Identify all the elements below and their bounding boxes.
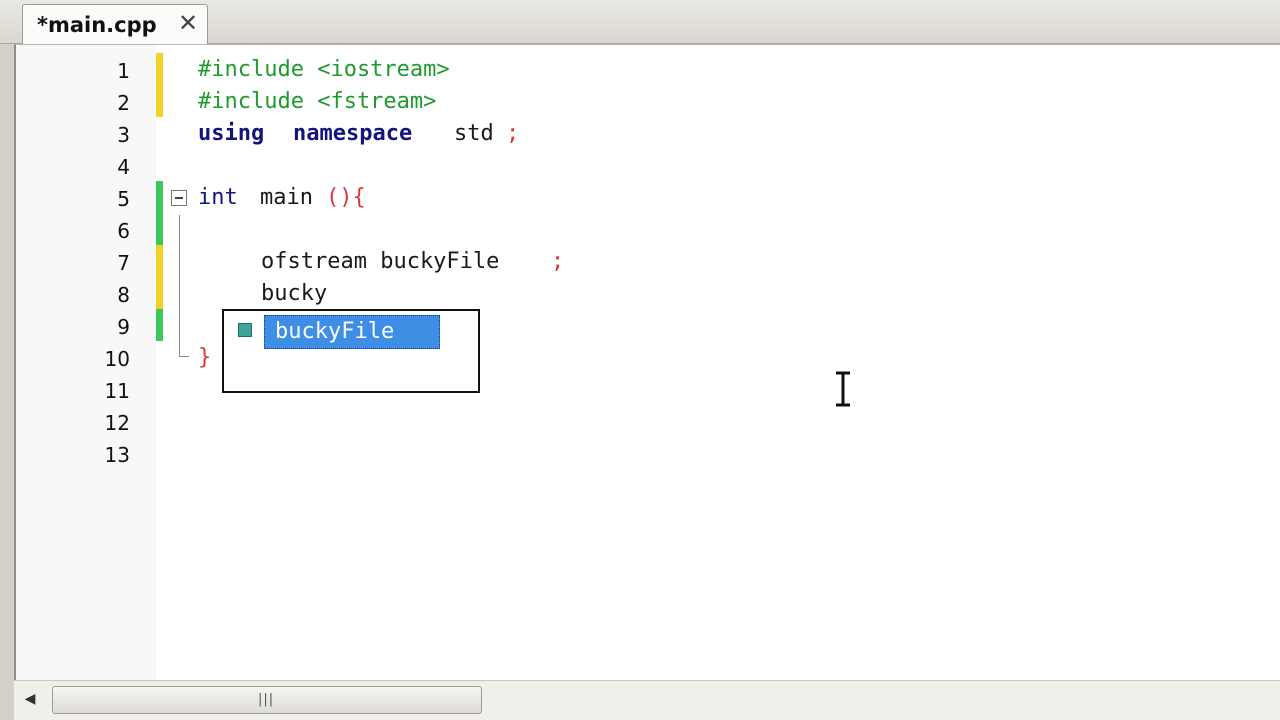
autocomplete-item[interactable]: buckyFile xyxy=(264,315,440,349)
line-number: 3 xyxy=(117,123,130,147)
code-editor[interactable]: 1 #include <iostream> 2 #include <fstrea… xyxy=(14,44,1280,681)
line-number: 8 xyxy=(117,283,130,307)
code-line: 12 xyxy=(16,405,1216,437)
line-number: 13 xyxy=(104,443,130,467)
saved-line-marker xyxy=(156,309,163,341)
line-number: 10 xyxy=(104,347,130,371)
tab-bar: *main.cpp ✕ xyxy=(0,0,1280,45)
code-line: 13 xyxy=(16,437,1216,469)
modified-line-marker xyxy=(156,85,163,117)
fold-collapse-icon[interactable] xyxy=(171,190,187,206)
close-icon[interactable]: ✕ xyxy=(174,9,202,37)
line-number: 9 xyxy=(117,315,130,339)
scroll-left-icon[interactable]: ◀ xyxy=(20,691,40,711)
code-line: 7 ofstream buckyFile ; xyxy=(16,245,1216,277)
line-number: 5 xyxy=(117,187,130,211)
code-line: 11 xyxy=(16,373,1216,405)
code-line: 1 #include <iostream> xyxy=(16,53,1216,85)
scrollbar-thumb[interactable]: ||| xyxy=(52,686,482,714)
code-line: 2 #include <fstream> xyxy=(16,85,1216,117)
function-name: main xyxy=(260,185,313,210)
code-line: 10 } xyxy=(16,341,1216,373)
modified-line-marker xyxy=(156,277,163,309)
line-number: 11 xyxy=(104,379,130,403)
modified-line-marker xyxy=(156,53,163,85)
code-line: 4 xyxy=(16,149,1216,181)
saved-line-marker xyxy=(156,181,163,213)
tab-main-cpp[interactable]: *main.cpp ✕ xyxy=(22,4,208,45)
parens-brace: (){ xyxy=(326,185,366,210)
modified-line-marker xyxy=(156,245,163,277)
preprocessor-directive: #include <iostream> xyxy=(198,57,450,82)
line-number: 6 xyxy=(117,219,130,243)
line-number: 4 xyxy=(117,155,130,179)
keyword-using: using xyxy=(198,121,265,146)
line-number: 2 xyxy=(117,91,130,115)
keyword-int: int xyxy=(198,185,238,210)
grip-icon: ||| xyxy=(258,692,275,707)
line-number: 1 xyxy=(117,59,130,83)
ofstream-declaration: ofstream buckyFile xyxy=(261,249,500,274)
typed-identifier: bucky xyxy=(261,281,328,306)
fold-guide-line xyxy=(179,215,180,343)
preprocessor-directive: #include <fstream> xyxy=(198,89,437,114)
line-number: 7 xyxy=(117,251,130,275)
autocomplete-popup[interactable]: buckyFile xyxy=(222,309,480,393)
tab-label: *main.cpp xyxy=(37,13,157,37)
code-line: 8 bucky xyxy=(16,277,1216,309)
semicolon: ; xyxy=(506,121,520,146)
fold-end-marker xyxy=(179,341,189,357)
identifier-std: std xyxy=(454,121,494,146)
closing-brace: } xyxy=(198,345,212,370)
semicolon: ; xyxy=(551,249,565,274)
code-line: 5 int main (){ xyxy=(16,181,1216,213)
keyword-namespace: namespace xyxy=(293,121,413,146)
code-line: 3 using namespace std ; xyxy=(16,117,1216,149)
code-line: 6 xyxy=(16,213,1216,245)
horizontal-scrollbar[interactable]: ◀ ||| xyxy=(14,680,1280,720)
code-line: 9 xyxy=(16,309,1216,341)
saved-line-marker xyxy=(156,213,163,245)
text-cursor-icon xyxy=(836,371,850,407)
line-number: 12 xyxy=(104,411,130,435)
member-variable-icon xyxy=(238,323,252,337)
